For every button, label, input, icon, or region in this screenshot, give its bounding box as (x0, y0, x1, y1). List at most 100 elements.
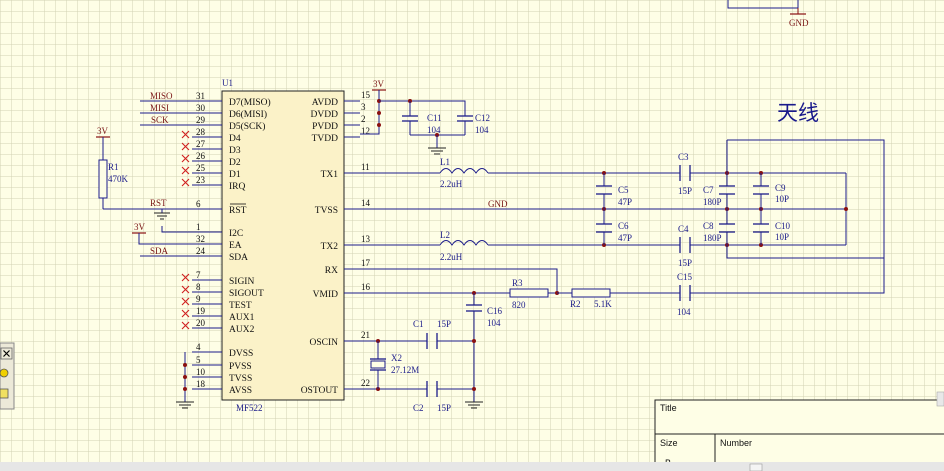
c5-value: 47P (618, 197, 632, 207)
net-rst-label: RST (150, 198, 167, 208)
pin-number: 15 (361, 90, 371, 100)
chip-part-label: MF522 (236, 403, 263, 413)
pin-name: RX (325, 266, 338, 276)
c15-ref: C15 (677, 272, 693, 282)
c1-ref: C1 (413, 319, 424, 329)
pin-name: I2C (229, 229, 243, 239)
pin-name: AUX1 (229, 313, 255, 323)
pin-number: 17 (361, 258, 371, 268)
c12-ref: C12 (475, 113, 490, 123)
size-label: Size (660, 438, 678, 448)
pin-number: 27 (196, 139, 206, 149)
pin-name: D7(MISO) (229, 97, 271, 108)
title-label: Title (660, 403, 677, 413)
c16-value: 104 (487, 318, 501, 328)
c10-value: 10P (775, 232, 789, 242)
pin-name: VMID (313, 290, 338, 300)
c7-ref: C7 (703, 185, 714, 195)
pin-name: D4 (229, 134, 241, 144)
c1-value: 15P (437, 319, 451, 329)
net-sda-label: SDA (150, 246, 169, 256)
c5-ref: C5 (618, 185, 629, 195)
pin-name: TEST (229, 301, 252, 311)
pin-name: OSCIN (309, 338, 338, 348)
pin-name: TX1 (321, 170, 339, 180)
pin-number: 23 (196, 175, 206, 185)
net-sck-label: SCK (151, 115, 169, 125)
floating-toolbar[interactable] (0, 342, 15, 410)
probe-icon[interactable] (0, 368, 9, 378)
status-bar-strip (0, 462, 944, 471)
pin-number: 28 (196, 127, 206, 137)
x2-ref: X2 (391, 353, 402, 363)
pin-name: EA (229, 241, 242, 251)
pin-name: RST (229, 206, 247, 216)
net-3v-ea-label: 3V (134, 222, 146, 232)
l1-ref: L1 (440, 157, 450, 167)
pin-number: 13 (361, 234, 371, 244)
vertical-scrollbar-thumb[interactable] (936, 391, 944, 407)
pin-number: 4 (196, 342, 201, 352)
pin-name: TVSS (229, 374, 252, 384)
pin-name: AUX2 (229, 325, 255, 335)
component-icon[interactable] (0, 388, 9, 399)
l1-value: 2.2uH (440, 179, 463, 189)
c9-ref: C9 (775, 183, 786, 193)
net-3v-r1-label: 3V (97, 126, 109, 136)
pin-number: 26 (196, 151, 206, 161)
pin-name: D2 (229, 158, 241, 168)
pin-number: 20 (196, 318, 206, 328)
chip-ref-label: U1 (222, 78, 233, 88)
r3-ref: R3 (512, 278, 523, 288)
pin-name: TVSS (315, 206, 338, 216)
pin-number: 30 (196, 103, 206, 113)
pin-name: TVDD (312, 134, 339, 144)
pin-number: 8 (196, 282, 201, 292)
pin-name: AVDD (312, 98, 338, 108)
pin-number: 32 (196, 234, 205, 244)
pin-name: SIGOUT (229, 289, 264, 299)
pin-number: 21 (361, 330, 370, 340)
pin-number: 9 (196, 294, 201, 304)
pin-name: D5(SCK) (229, 121, 265, 132)
pin-name: DVDD (311, 110, 339, 120)
pin-name: DVSS (229, 349, 253, 359)
net-miso-label: MISO (150, 91, 173, 101)
pin-number: 7 (196, 270, 201, 280)
pin-name: PVSS (229, 362, 252, 372)
net-gnd-mid-label: GND (488, 199, 508, 209)
c6-value: 47P (618, 233, 632, 243)
pin-number: 14 (361, 198, 371, 208)
l2-value: 2.2uH (440, 252, 463, 262)
pin-name: SIGIN (229, 277, 254, 287)
pin-number: 22 (361, 378, 370, 388)
schematic-canvas[interactable]: GND U1 MF522 31 D7(MISO) 30 D6(MISI) 2 9 D5(SC… (0, 0, 944, 471)
pin-number: 6 (196, 199, 201, 209)
pin-number: 25 (196, 163, 206, 173)
r1-value: 470K (108, 174, 129, 184)
c15-value: 104 (677, 307, 691, 317)
pin-number: 2 (361, 114, 366, 124)
pin-number: 31 (196, 91, 205, 101)
pin-name: IRQ (229, 182, 246, 192)
pin-name: SDA (229, 253, 248, 263)
c4-ref: C4 (678, 224, 689, 234)
c7-value: 180P (703, 197, 722, 207)
x2-value: 27.12M (391, 365, 419, 375)
net-misi-label: MISI (150, 103, 169, 113)
pin-name: D6(MISI) (229, 109, 267, 120)
pin-number: 18 (196, 379, 206, 389)
c2-ref: C2 (413, 403, 424, 413)
pin-name: D3 (229, 146, 241, 156)
r2-ref: R2 (570, 299, 581, 309)
c12-value: 104 (475, 125, 489, 135)
pin-name: D1 (229, 170, 241, 180)
c8-ref: C8 (703, 221, 714, 231)
net-3v-top-label: 3V (373, 79, 385, 89)
pin-number: 1 (196, 222, 201, 232)
r1-ref: R1 (108, 162, 119, 172)
pin-name: TX2 (321, 242, 339, 252)
pin-number: 24 (196, 246, 206, 256)
c3-ref: C3 (678, 152, 689, 162)
pin-number: 16 (361, 282, 371, 292)
